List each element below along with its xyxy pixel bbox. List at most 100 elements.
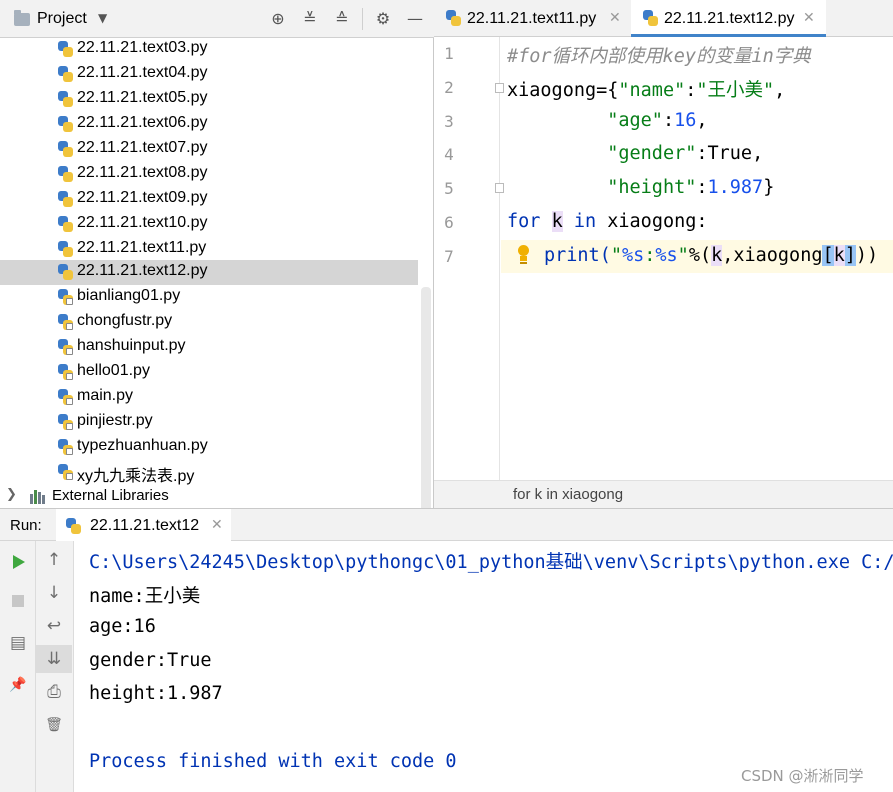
line-number: 2 — [444, 78, 454, 97]
tree-item-file[interactable]: typezhuanhuan.py — [0, 435, 418, 460]
lightbulb-icon[interactable] — [516, 245, 530, 265]
tab-text11[interactable]: 22.11.21.text11.py ✕ — [434, 0, 631, 37]
locate-icon[interactable]: ⊕ — [268, 9, 288, 29]
scroll-up-icon[interactable]: ↑ — [36, 546, 72, 574]
python-file-icon — [58, 289, 73, 305]
number-token: 16 — [674, 110, 697, 131]
file-name: hanshuinput.py — [77, 337, 186, 354]
python-file-icon — [58, 141, 73, 157]
settings-icon[interactable]: ⚙ — [373, 9, 393, 29]
tree-item-file[interactable]: hello01.py — [0, 360, 418, 385]
tree-item-file[interactable]: 22.11.21.text09.py — [0, 187, 418, 212]
tree-item-file[interactable]: main.py — [0, 385, 418, 410]
run-title: Run: — [10, 517, 42, 534]
rerun-icon[interactable] — [0, 546, 36, 574]
close-icon[interactable]: ✕ — [211, 517, 223, 533]
line-number: 7 — [444, 247, 454, 266]
tab-label: 22.11.21.text11.py — [467, 10, 597, 27]
tree-item-file[interactable]: 22.11.21.text07.py — [0, 137, 418, 162]
console-line: name:王小美 — [89, 586, 201, 607]
python-file-icon — [58, 389, 73, 405]
chevron-down-icon[interactable]: ▼ — [98, 11, 107, 25]
python-file-icon — [58, 191, 73, 207]
string-token: " — [610, 245, 622, 266]
tree-item-file[interactable]: pinjiestr.py — [0, 410, 418, 435]
code-token: xiaogong: — [607, 211, 708, 232]
breadcrumb[interactable]: for k in xiaogong — [513, 486, 623, 503]
string-token: "age" — [607, 110, 663, 131]
python-file-icon — [643, 10, 658, 26]
tab-label: 22.11.21.text12.py — [664, 10, 795, 27]
string-token: "name" — [618, 80, 686, 101]
file-name: 22.11.21.text11.py — [77, 239, 207, 256]
python-file-icon — [58, 66, 73, 82]
format-token: %s — [655, 245, 678, 266]
bracket-token: ] — [844, 245, 856, 266]
tree-item-file[interactable]: bianliang01.py — [0, 285, 418, 310]
tree-item-file[interactable]: 22.11.21.text03.py — [0, 37, 418, 62]
code-token: xiaogong={ — [507, 80, 619, 101]
code-token: )) — [855, 245, 879, 266]
tree-item-file[interactable]: 22.11.21.text08.py — [0, 162, 418, 187]
file-name: 22.11.21.text12.py — [77, 262, 208, 279]
python-file-icon — [58, 166, 73, 182]
line-number: 1 — [444, 44, 454, 63]
close-icon[interactable]: ✕ — [803, 10, 815, 26]
code-line-5: "height":1.987} — [501, 172, 893, 205]
tree-item-file[interactable]: 22.11.21.text06.py — [0, 112, 418, 137]
tree-item-file[interactable]: chongfustr.py — [0, 310, 418, 335]
python-file-icon — [446, 10, 461, 26]
pin-icon[interactable]: 📌 — [0, 671, 36, 699]
watermark: CSDN @淅淅同学 — [741, 767, 864, 785]
python-file-icon — [58, 339, 73, 355]
line-number-gutter: 1 2 3 4 5 6 7 — [434, 37, 504, 480]
python-file-icon — [58, 41, 73, 57]
console-output[interactable]: C:\Users\24245\Desktop\pythongc\01_pytho… — [74, 541, 893, 792]
print-icon[interactable]: ⎙ — [36, 678, 72, 706]
file-name: 22.11.21.text07.py — [77, 139, 208, 156]
tree-scrollbar[interactable] — [421, 287, 431, 522]
expand-all-icon[interactable]: ≚ — [300, 9, 320, 29]
variable-token: k — [711, 245, 723, 266]
file-name: 22.11.21.text08.py — [77, 164, 208, 181]
external-libraries-label: External Libraries — [52, 487, 169, 504]
line-number: 6 — [444, 213, 454, 232]
layout-icon[interactable]: ▤ — [0, 629, 36, 657]
code-line-3: "age":16, — [501, 105, 893, 138]
code-token: True — [707, 143, 753, 164]
tree-item-file[interactable]: hanshuinput.py — [0, 335, 418, 360]
run-panel-header: Run: 22.11.21.text12 ✕ — [0, 508, 893, 542]
scroll-to-end-icon[interactable]: ⇊ — [36, 645, 72, 673]
close-icon[interactable]: ✕ — [609, 10, 621, 26]
string-token: "gender" — [607, 143, 697, 164]
project-panel: Project ▼ ⊕ ≚ ≙ ⚙ — 22.11.21.text03.py 2… — [0, 0, 434, 522]
code-area[interactable]: #for循环内部使用key的变量in字典 xiaogong={"name":"王… — [501, 37, 893, 480]
hide-icon[interactable]: — — [405, 9, 425, 29]
tree-item-file[interactable]: 22.11.21.text11.py — [0, 237, 418, 262]
scroll-down-icon[interactable]: ↓ — [36, 579, 72, 607]
python-run-icon — [66, 518, 81, 534]
python-file-icon — [58, 414, 73, 430]
tree-item-external-libraries[interactable]: ❯ External Libraries — [0, 485, 418, 508]
collapse-all-icon[interactable]: ≙ — [332, 9, 352, 29]
trash-icon[interactable]: 🗑 — [36, 711, 72, 739]
tree-item-file[interactable]: xy九九乘法表.py — [0, 460, 418, 485]
chevron-right-icon[interactable]: ❯ — [6, 487, 17, 502]
soft-wrap-icon[interactable]: ↩ — [36, 612, 72, 640]
project-title[interactable]: Project — [37, 10, 87, 28]
tab-text12[interactable]: 22.11.21.text12.py ✕ — [631, 0, 826, 37]
run-toolbar-primary: ▤ 📌 — [0, 541, 36, 792]
tree-item-file-selected[interactable]: 22.11.21.text12.py — [0, 260, 418, 285]
file-name: typezhuanhuan.py — [77, 437, 208, 454]
tree-item-file[interactable]: 22.11.21.text10.py — [0, 212, 418, 237]
run-tab-label: 22.11.21.text12 — [90, 517, 200, 534]
python-file-icon — [58, 439, 73, 455]
code-line-6: for k in xiaogong: — [501, 206, 893, 239]
tree-item-file[interactable]: 22.11.21.text04.py — [0, 62, 418, 87]
tree-item-file[interactable]: 22.11.21.text05.py — [0, 87, 418, 112]
console-line: age:16 — [89, 616, 156, 637]
python-file-icon — [58, 116, 73, 132]
run-tab[interactable]: 22.11.21.text12 ✕ — [56, 509, 231, 542]
code-line-7: print("%s:%s"%(k,xiaogong[k])) — [501, 240, 893, 273]
stop-icon[interactable] — [0, 586, 36, 614]
